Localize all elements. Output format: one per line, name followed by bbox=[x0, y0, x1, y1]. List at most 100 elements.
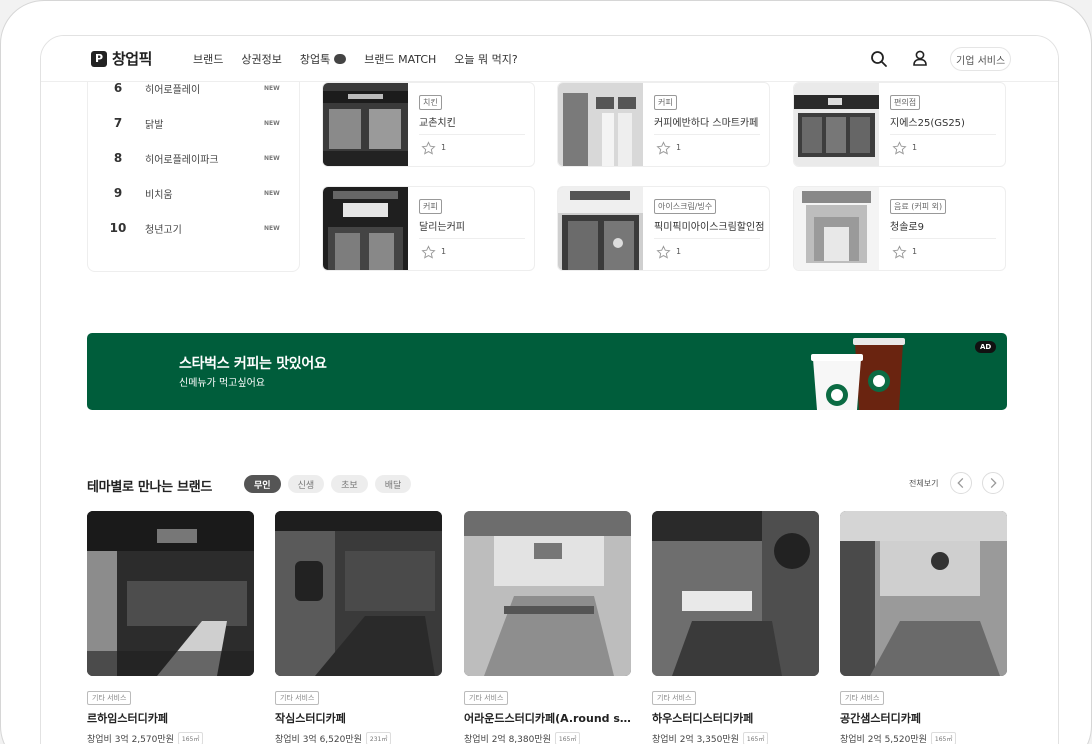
like-count: 1 bbox=[912, 247, 918, 256]
brand-card[interactable]: 커피 달리는커피 1 bbox=[322, 186, 535, 271]
device-frame: P 창업픽 브랜드 상권정보 창업톡 브랜드 MATCH 오늘 뭐 먹지? 기업… bbox=[0, 0, 1092, 744]
brand-photo bbox=[794, 187, 879, 270]
category-tag: 아이스크림/빙수 bbox=[654, 199, 717, 214]
logo[interactable]: P 창업픽 bbox=[91, 48, 152, 69]
nav-brand[interactable]: 브랜드 bbox=[193, 51, 223, 67]
star-icon[interactable] bbox=[421, 245, 436, 260]
chip-unmanned[interactable]: 무인 bbox=[244, 475, 281, 493]
brand-photo bbox=[558, 187, 643, 270]
nav-what-to-eat[interactable]: 오늘 뭐 먹지? bbox=[454, 51, 517, 67]
theme-brand-card[interactable]: 기타 서비스 르하임스터디카페 창업비 3억 2,570만원 165㎡ bbox=[87, 511, 254, 744]
view-all-link[interactable]: 전체보기 bbox=[909, 478, 938, 489]
rank-name: 청년고기 bbox=[145, 224, 182, 236]
store-photo bbox=[275, 511, 442, 676]
divider bbox=[654, 238, 760, 239]
divider bbox=[890, 134, 996, 135]
chip-delivery[interactable]: 배달 bbox=[374, 475, 412, 493]
cost-row: 창업비 3억 2,570만원 165㎡ bbox=[87, 732, 254, 744]
brand-card[interactable]: 음료 (커피 외) 청솔로9 1 bbox=[793, 186, 1006, 271]
store-photo bbox=[652, 511, 819, 676]
brand-name: 청솔로9 bbox=[890, 222, 924, 233]
star-icon[interactable] bbox=[892, 245, 907, 260]
ranking-item[interactable]: 10 청년고기 NEW bbox=[88, 218, 299, 238]
store-photo bbox=[464, 511, 631, 676]
like-count: 1 bbox=[676, 143, 682, 152]
nav-talk-label: 창업톡 bbox=[299, 53, 331, 66]
brand-name: 어라운드스터디카페(A.round s... bbox=[464, 712, 631, 725]
area-badge: 165㎡ bbox=[930, 732, 957, 744]
category-tag: 커피 bbox=[419, 199, 442, 214]
ranking-item[interactable]: 7 닭발 NEW bbox=[88, 113, 299, 133]
area-badge: 165㎡ bbox=[177, 732, 204, 744]
brand-name: 르하임스터디카페 bbox=[87, 712, 168, 725]
chevron-right-icon[interactable] bbox=[982, 472, 1004, 494]
star-icon[interactable] bbox=[892, 141, 907, 156]
star-icon[interactable] bbox=[656, 141, 671, 156]
ad-title: 스타벅스 커피는 맛있어요 bbox=[179, 356, 327, 372]
new-badge: NEW bbox=[264, 189, 280, 197]
cost-row: 창업비 2억 3,350만원 165㎡ bbox=[652, 732, 819, 744]
brand-name: 공간샘스터디카페 bbox=[840, 712, 921, 725]
area-badge: 231㎡ bbox=[365, 732, 392, 744]
startup-cost: 창업비 2억 3,350만원 bbox=[652, 735, 739, 744]
section-title: 테마별로 만나는 브랜드 bbox=[87, 480, 213, 495]
startup-cost: 창업비 2억 5,520만원 bbox=[840, 735, 927, 744]
rank-number: 7 bbox=[113, 116, 123, 130]
brand-name: 하우스터디스터디카페 bbox=[652, 712, 754, 725]
logo-mark-icon: P bbox=[91, 50, 107, 67]
star-icon[interactable] bbox=[421, 141, 436, 156]
rank-name: 닭발 bbox=[145, 119, 164, 131]
new-badge: NEW bbox=[264, 224, 280, 232]
rank-number: 8 bbox=[113, 151, 123, 165]
nav-talk[interactable]: 창업톡 bbox=[299, 51, 347, 67]
brand-card[interactable]: 아이스크림/빙수 픽미픽미아이스크림할인점 1 bbox=[557, 186, 770, 271]
rank-number: 6 bbox=[113, 81, 123, 95]
logo-text: 창업픽 bbox=[112, 50, 152, 68]
brand-name: 작심스터디카페 bbox=[275, 712, 346, 725]
category-tag: 기타 서비스 bbox=[840, 691, 885, 705]
ranking-item[interactable]: 9 비치움 NEW bbox=[88, 183, 299, 203]
store-photo bbox=[840, 511, 1007, 676]
theme-brand-card[interactable]: 기타 서비스 하우스터디스터디카페 창업비 2억 3,350만원 165㎡ bbox=[652, 511, 819, 744]
brand-name: 지에스25(GS25) bbox=[890, 118, 965, 129]
chat-bubble-icon bbox=[334, 54, 347, 64]
brand-card[interactable]: 커피 커피에반하다 스마트카페 1 bbox=[557, 82, 770, 167]
corporate-service-button[interactable]: 기업 서비스 bbox=[950, 47, 1012, 71]
category-tag: 기타 서비스 bbox=[464, 691, 509, 705]
star-icon[interactable] bbox=[656, 245, 671, 260]
category-tag: 기타 서비스 bbox=[87, 691, 132, 705]
category-tag: 치킨 bbox=[419, 95, 442, 110]
cost-row: 창업비 3억 6,520만원 231㎡ bbox=[275, 732, 442, 744]
brand-card[interactable]: 편의점 지에스25(GS25) 1 bbox=[793, 82, 1006, 167]
site-header: P 창업픽 브랜드 상권정보 창업톡 브랜드 MATCH 오늘 뭐 먹지? 기업… bbox=[41, 36, 1058, 82]
startup-cost: 창업비 2억 8,380만원 bbox=[464, 735, 551, 744]
startup-cost: 창업비 3억 2,570만원 bbox=[87, 735, 174, 744]
user-icon[interactable] bbox=[911, 49, 929, 67]
theme-brand-card[interactable]: 기타 서비스 작심스터디카페 창업비 3억 6,520만원 231㎡ bbox=[275, 511, 442, 744]
brand-name: 달리는커피 bbox=[419, 222, 465, 233]
rank-number: 9 bbox=[113, 186, 123, 200]
rank-number: 10 bbox=[109, 221, 127, 235]
browser-screen: P 창업픽 브랜드 상권정보 창업톡 브랜드 MATCH 오늘 뭐 먹지? 기업… bbox=[40, 35, 1059, 744]
chip-new[interactable]: 신생 bbox=[287, 475, 325, 493]
nav-district-info[interactable]: 상권정보 bbox=[241, 51, 281, 67]
ad-banner[interactable]: 스타벅스 커피는 맛있어요 신메뉴가 먹고싶어요 AD bbox=[87, 333, 1007, 410]
brand-card[interactable]: 치킨 교촌치킨 1 bbox=[322, 82, 535, 167]
startup-cost: 창업비 3억 6,520만원 bbox=[275, 735, 362, 744]
chevron-left-icon[interactable] bbox=[950, 472, 972, 494]
new-badge: NEW bbox=[264, 154, 280, 162]
chip-beginner[interactable]: 초보 bbox=[331, 475, 368, 493]
divider bbox=[654, 134, 760, 135]
category-tag: 기타 서비스 bbox=[652, 691, 697, 705]
ranking-item[interactable]: 8 히어로플레이파크 NEW bbox=[88, 148, 299, 168]
search-icon[interactable] bbox=[870, 50, 888, 68]
divider bbox=[419, 238, 525, 239]
theme-brand-card[interactable]: 기타 서비스 공간샘스터디카페 창업비 2억 5,520만원 165㎡ bbox=[840, 511, 1007, 744]
theme-brand-card[interactable]: 기타 서비스 어라운드스터디카페(A.round s... 창업비 2억 8,3… bbox=[464, 511, 631, 744]
main-nav: 브랜드 상권정보 창업톡 브랜드 MATCH 오늘 뭐 먹지? bbox=[193, 51, 518, 67]
category-tag: 음료 (커피 외) bbox=[890, 199, 947, 214]
brand-photo bbox=[794, 83, 879, 166]
like-count: 1 bbox=[441, 143, 447, 152]
cost-row: 창업비 2억 5,520만원 165㎡ bbox=[840, 732, 1007, 744]
nav-brand-match[interactable]: 브랜드 MATCH bbox=[364, 51, 436, 67]
